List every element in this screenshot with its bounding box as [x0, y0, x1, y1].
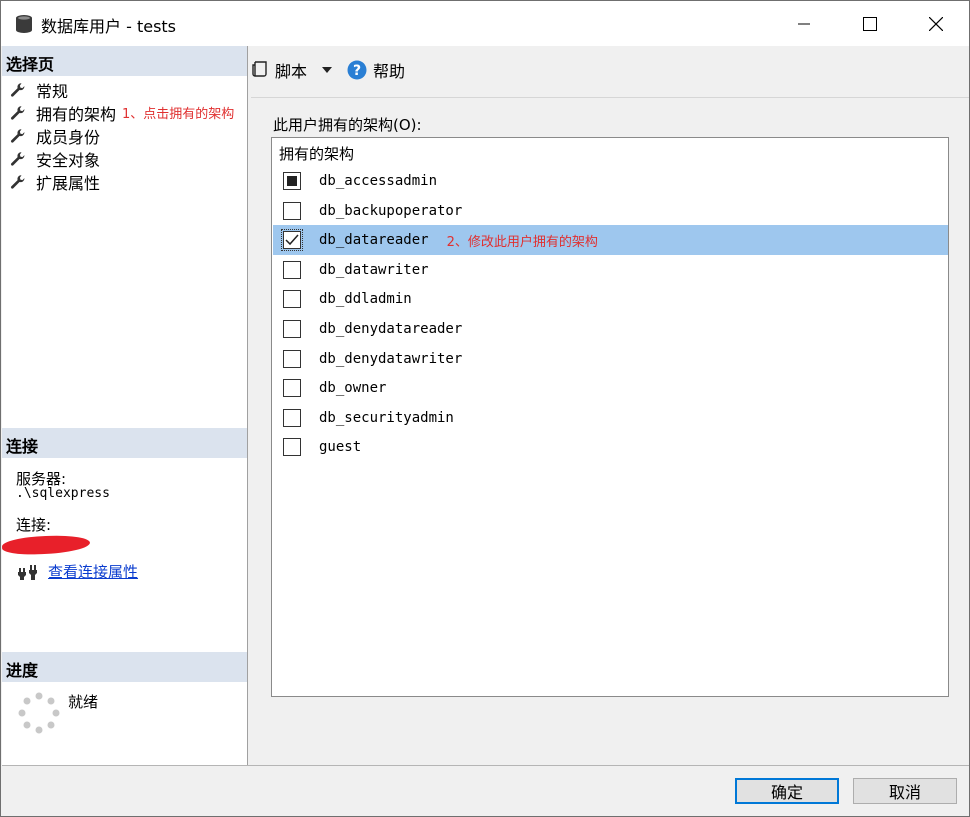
maximize-button[interactable]: [837, 1, 903, 46]
database-icon: [16, 15, 32, 33]
cancel-button[interactable]: 取消: [853, 778, 957, 804]
connection-label: 连接:: [16, 516, 52, 534]
checkmark-icon: [285, 234, 299, 246]
wrench-icon: [11, 151, 25, 166]
left-pane: 选择页 常规 拥有的架构 1、点击拥有的架构 成员身份 安全对象 扩展属性 连接…: [1, 46, 248, 765]
schema-row[interactable]: db_datareader 2、修改此用户拥有的架构: [273, 225, 948, 256]
schema-name: db_backupoperator: [319, 202, 463, 219]
server-value: .\sqlexpress: [16, 486, 110, 501]
toolbar: 脚本 ? 帮助: [251, 53, 951, 87]
schema-name: db_securityadmin: [319, 409, 454, 426]
schema-checkbox[interactable]: [283, 290, 301, 309]
schema-name: db_denydatareader: [319, 321, 463, 337]
schema-name: db_denydatawriter: [319, 350, 463, 367]
page-item-owned-schemas[interactable]: 拥有的架构 1、点击拥有的架构: [10, 101, 234, 124]
wrench-icon: [11, 128, 25, 143]
page-item-label: 拥有的架构: [36, 104, 117, 124]
schema-name: guest: [319, 439, 362, 456]
page-item-label: 成员身份: [36, 127, 101, 147]
schema-name: db_owner: [319, 380, 387, 397]
redaction-mark: [1, 534, 91, 556]
close-icon: [929, 16, 943, 31]
schema-row[interactable]: db_backupoperator: [273, 196, 948, 226]
select-page-list: 常规 拥有的架构 1、点击拥有的架构 成员身份 安全对象 扩展属性: [10, 78, 234, 193]
page-item-label: 常规: [36, 81, 69, 101]
script-button[interactable]: 脚本: [251, 58, 333, 82]
window-title: 数据库用户 - tests: [41, 17, 177, 36]
toolbar-divider: [251, 97, 969, 98]
plug-icon: [18, 564, 37, 580]
script-label: 脚本: [275, 62, 308, 81]
page-item-label: 扩展属性: [36, 173, 101, 193]
schema-name: db_accessadmin: [319, 173, 438, 189]
schema-row[interactable]: db_datawriter: [273, 255, 948, 285]
schema-checkbox[interactable]: [283, 408, 301, 427]
schema-row[interactable]: db_owner: [273, 373, 948, 403]
ok-button[interactable]: 确定: [735, 778, 839, 804]
connection-header: 连接: [2, 428, 247, 458]
title-bar: 数据库用户 - tests: [1, 1, 969, 46]
schema-name: db_datareader: [319, 232, 429, 249]
schema-row[interactable]: guest: [273, 432, 948, 462]
svg-text:?: ?: [353, 63, 361, 79]
schema-checkbox[interactable]: [283, 438, 301, 457]
minimize-icon: [798, 23, 810, 24]
script-icon: [252, 61, 267, 77]
help-icon: ?: [347, 60, 367, 80]
schema-checkbox[interactable]: [283, 201, 301, 220]
page-item-general[interactable]: 常规: [10, 78, 234, 101]
schema-checkbox[interactable]: [283, 320, 301, 338]
database-user-dialog: 数据库用户 - tests 选择页 常规 拥有的架构 1、点击拥有的架构 成员身…: [0, 0, 970, 817]
wrench-icon: [11, 174, 25, 189]
progress-status: 就绪: [68, 693, 99, 711]
schema-name: db_datawriter: [319, 261, 429, 278]
schema-row[interactable]: db_denydatareader: [273, 314, 948, 344]
schema-checkbox[interactable]: [283, 379, 301, 398]
minimize-button[interactable]: [771, 1, 837, 46]
owned-schemas-list[interactable]: 拥有的架构 db_accessadmin db_backupoperator db_…: [271, 137, 949, 697]
progress-header: 进度: [2, 652, 247, 682]
schema-row[interactable]: db_securityadmin: [273, 403, 948, 433]
view-connection-properties-link[interactable]: 查看连接属性: [18, 561, 138, 582]
maximize-icon: [863, 16, 877, 31]
view-connection-properties-label: 查看连接属性: [48, 563, 139, 581]
progress-spinner-icon: [18, 692, 60, 734]
owned-schemas-column-header: 拥有的架构: [279, 145, 355, 163]
wrench-icon: [11, 82, 25, 97]
page-item-label: 安全对象: [36, 150, 101, 170]
schema-row[interactable]: db_ddladmin: [273, 284, 948, 314]
schema-name: db_ddladmin: [319, 291, 412, 308]
schema-checkbox[interactable]: [283, 260, 301, 279]
schema-checkbox[interactable]: [281, 229, 303, 252]
step2-annotation: 2、修改此用户拥有的架构: [446, 234, 598, 250]
step1-annotation: 1、点击拥有的架构: [122, 107, 235, 122]
help-label: 帮助: [373, 62, 406, 81]
schema-row[interactable]: db_accessadmin: [273, 166, 948, 196]
owned-schemas-caption: 此用户拥有的架构(O):: [273, 116, 422, 134]
indeterminate-mark-icon: [287, 176, 297, 186]
help-button[interactable]: ? 帮助: [347, 58, 405, 82]
schema-checkbox[interactable]: [283, 172, 301, 190]
page-item-securables[interactable]: 安全对象: [10, 147, 234, 170]
footer-divider: [2, 765, 969, 766]
close-button[interactable]: [903, 1, 969, 46]
page-item-membership[interactable]: 成员身份: [10, 124, 234, 147]
chevron-down-icon[interactable]: [321, 66, 333, 74]
schema-checkbox[interactable]: [283, 349, 301, 368]
schema-row[interactable]: db_denydatawriter: [273, 344, 948, 374]
wrench-icon: [11, 105, 25, 120]
select-page-header: 选择页: [2, 46, 247, 76]
page-item-extended-properties[interactable]: 扩展属性: [10, 170, 234, 193]
